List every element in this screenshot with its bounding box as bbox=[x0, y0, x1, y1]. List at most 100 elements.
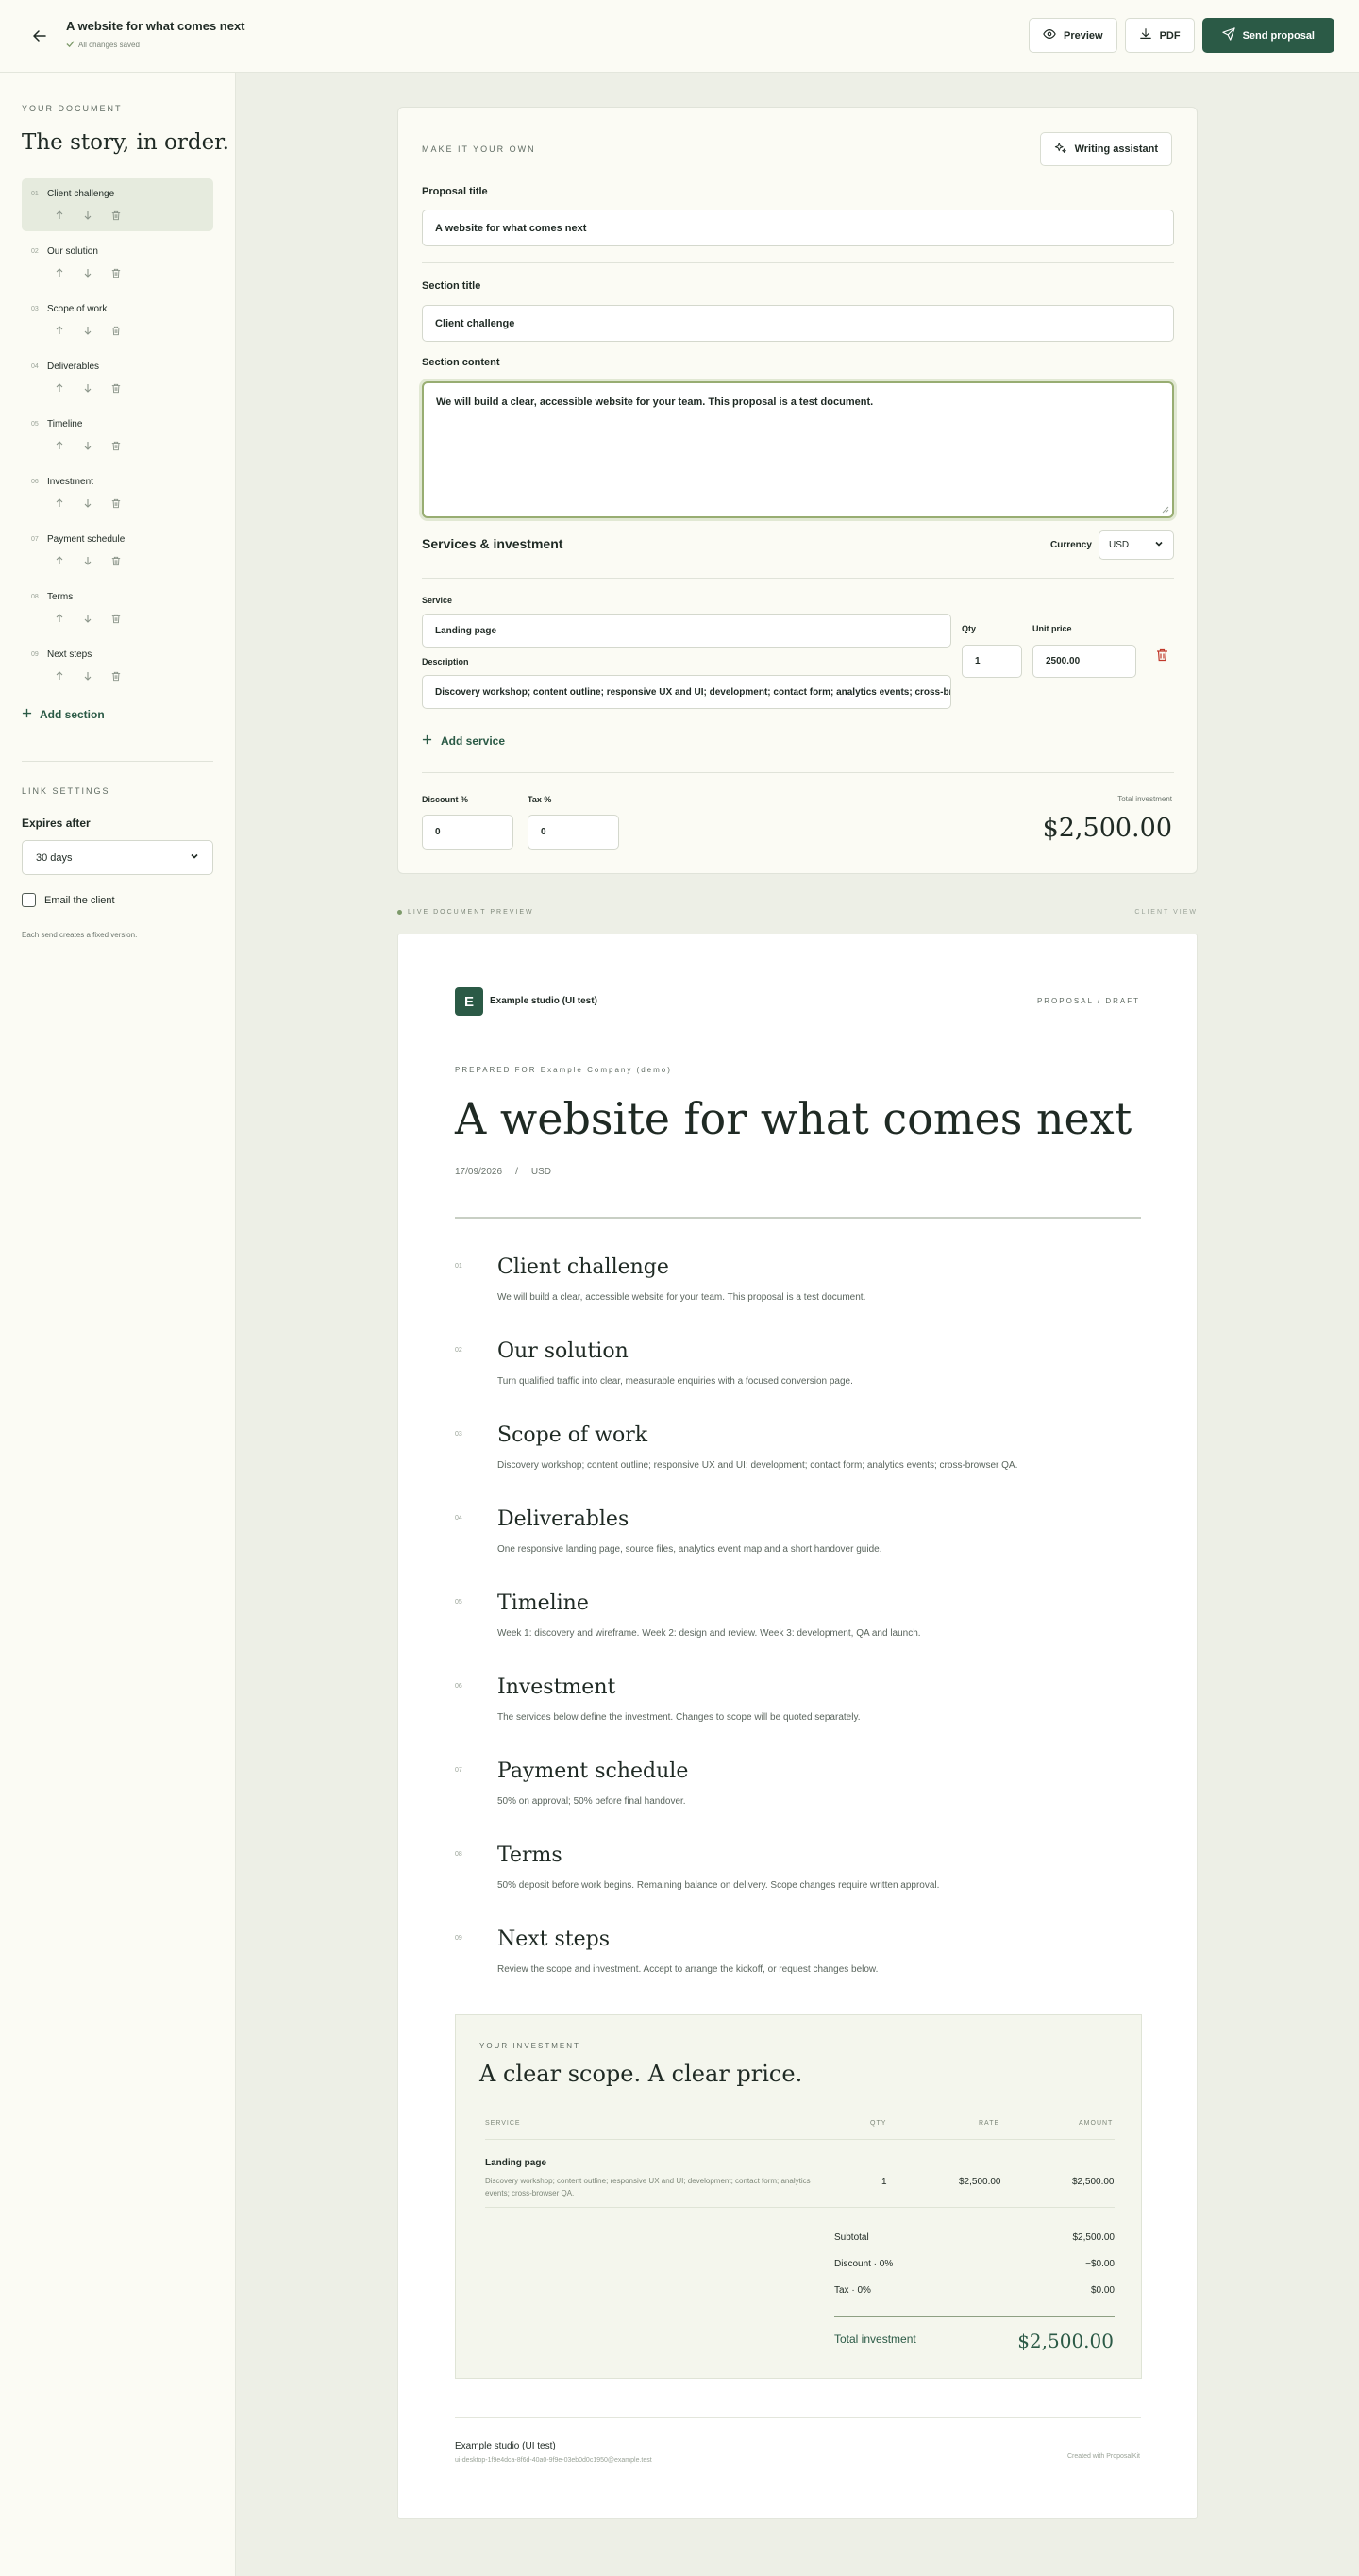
delete-service-trash-icon[interactable] bbox=[1154, 648, 1169, 663]
column-service: SERVICE bbox=[485, 2120, 521, 2127]
section-content-textarea[interactable]: We will build a clear, accessible websit… bbox=[422, 381, 1174, 518]
discount-input[interactable]: 0 bbox=[422, 815, 513, 850]
delete-section-icon[interactable] bbox=[109, 612, 123, 625]
section-list: 01 Client challenge 02 Our solution 03 Scope … bbox=[22, 178, 213, 697]
expires-select[interactable]: 30 days bbox=[22, 840, 213, 875]
send-proposal-label: Send proposal bbox=[1242, 29, 1315, 42]
section-body: Turn qualified traffic into clear, measu… bbox=[497, 1376, 853, 1387]
move-up-icon[interactable] bbox=[53, 324, 66, 337]
move-up-icon[interactable] bbox=[53, 209, 66, 222]
move-up-icon[interactable] bbox=[53, 439, 66, 452]
grand-total-value: $2,500.00 bbox=[1017, 2330, 1114, 2352]
document-meta: 17/09/2026 / USD bbox=[455, 1167, 551, 1177]
footer-email[interactable]: ui-desktop-1f9e4dca-8f6d-40a0-9f9e-03eb0… bbox=[455, 2457, 652, 2464]
resize-grip-icon[interactable] bbox=[1160, 504, 1169, 514]
move-down-icon[interactable] bbox=[81, 266, 94, 279]
move-up-icon[interactable] bbox=[53, 669, 66, 682]
move-up-icon[interactable] bbox=[53, 554, 66, 567]
sidebar-item-scope-of-work[interactable]: 03 Scope of work bbox=[22, 294, 213, 346]
section-body: Review the scope and investment. Accept … bbox=[497, 1964, 879, 1975]
delete-section-icon[interactable] bbox=[109, 209, 123, 222]
sidebar-item-terms[interactable]: 08 Terms bbox=[22, 581, 213, 634]
move-down-icon[interactable] bbox=[81, 554, 94, 567]
section-number: 08 bbox=[455, 1851, 462, 1858]
sidebar-item-payment-schedule[interactable]: 07 Payment schedule bbox=[22, 524, 213, 577]
sidebar-item-number: 03 bbox=[31, 306, 39, 312]
email-client-checkbox[interactable] bbox=[22, 893, 36, 907]
subtotal-value: $2,500.00 bbox=[1072, 2232, 1116, 2243]
qty-input[interactable]: 1 bbox=[962, 645, 1022, 678]
delete-section-icon[interactable] bbox=[109, 439, 123, 452]
section-heading: Terms bbox=[497, 1844, 562, 1867]
pdf-button[interactable]: PDF bbox=[1124, 18, 1195, 53]
live-preview-text: LIVE DOCUMENT PREVIEW bbox=[408, 909, 534, 916]
studio-name: Example studio (UI test) bbox=[490, 996, 597, 1006]
sidebar-item-number: 09 bbox=[31, 651, 39, 658]
delete-section-icon[interactable] bbox=[109, 324, 123, 337]
currency-value: USD bbox=[1109, 540, 1130, 550]
document-title: A website for what comes next bbox=[66, 19, 245, 33]
sidebar-item-next-steps[interactable]: 09 Next steps bbox=[22, 639, 213, 692]
service-input[interactable]: Landing page bbox=[422, 614, 951, 648]
editor-card: MAKE IT YOUR OWN Writing assistant Propo… bbox=[397, 107, 1198, 874]
delete-section-icon[interactable] bbox=[109, 381, 123, 395]
move-up-icon[interactable] bbox=[53, 266, 66, 279]
move-down-icon[interactable] bbox=[81, 381, 94, 395]
delete-section-icon[interactable] bbox=[109, 669, 123, 682]
move-up-icon[interactable] bbox=[53, 381, 66, 395]
add-section-button[interactable]: Add section bbox=[22, 708, 105, 721]
currency-select[interactable]: USD bbox=[1099, 530, 1174, 560]
back-arrow-icon[interactable] bbox=[26, 23, 53, 49]
delete-section-icon[interactable] bbox=[109, 266, 123, 279]
section-number: 01 bbox=[455, 1263, 462, 1270]
move-down-icon[interactable] bbox=[81, 612, 94, 625]
writing-assistant-button[interactable]: Writing assistant bbox=[1039, 132, 1172, 166]
download-icon bbox=[1139, 27, 1152, 43]
move-down-icon[interactable] bbox=[81, 669, 94, 682]
section-title-label: Section title bbox=[422, 280, 481, 292]
send-icon bbox=[1221, 27, 1235, 43]
plus-icon bbox=[22, 708, 32, 721]
section-heading: Timeline bbox=[497, 1591, 589, 1615]
tax-input[interactable]: 0 bbox=[528, 815, 619, 850]
tax-label: Tax % bbox=[528, 795, 552, 804]
move-up-icon[interactable] bbox=[53, 612, 66, 625]
section-heading: Payment schedule bbox=[497, 1759, 689, 1783]
link-settings-eyebrow: LINK SETTINGS bbox=[22, 786, 110, 796]
section-body: 50% deposit before work begins. Remainin… bbox=[497, 1880, 940, 1891]
footer-divider bbox=[455, 2417, 1141, 2418]
move-down-icon[interactable] bbox=[81, 439, 94, 452]
discount-row-value: −$0.00 bbox=[1085, 2259, 1115, 2269]
document-currency: USD bbox=[530, 1167, 551, 1177]
section-heading: Client challenge bbox=[497, 1255, 669, 1279]
column-amount: AMOUNT bbox=[1079, 2120, 1114, 2127]
delete-section-icon[interactable] bbox=[109, 554, 123, 567]
column-qty: QTY bbox=[870, 2120, 887, 2127]
move-down-icon[interactable] bbox=[81, 497, 94, 510]
move-down-icon[interactable] bbox=[81, 324, 94, 337]
send-proposal-button[interactable]: Send proposal bbox=[1201, 18, 1334, 53]
preview-button[interactable]: Preview bbox=[1029, 18, 1117, 53]
table-row-divider bbox=[485, 2207, 1115, 2208]
add-service-button[interactable]: Add service bbox=[422, 734, 505, 748]
proposal-title-input[interactable]: A website for what comes next bbox=[422, 210, 1174, 246]
total-investment-label: Total investment bbox=[1117, 795, 1172, 803]
section-title-input[interactable]: Client challenge bbox=[422, 305, 1174, 342]
sidebar-item-our-solution[interactable]: 02 Our solution bbox=[22, 236, 213, 289]
add-section-label: Add section bbox=[40, 708, 105, 721]
sidebar-item-client-challenge[interactable]: 01 Client challenge bbox=[22, 178, 213, 231]
move-up-icon[interactable] bbox=[53, 497, 66, 510]
sidebar-item-deliverables[interactable]: 04 Deliverables bbox=[22, 351, 213, 404]
totals-divider bbox=[422, 772, 1174, 773]
description-input[interactable]: Discovery workshop; content outline; res… bbox=[422, 675, 951, 709]
check-icon bbox=[66, 40, 75, 50]
delete-section-icon[interactable] bbox=[109, 497, 123, 510]
chevron-down-icon bbox=[190, 851, 199, 864]
unit-price-input[interactable]: 2500.00 bbox=[1032, 645, 1136, 678]
sidebar-item-timeline[interactable]: 05 Timeline bbox=[22, 409, 213, 462]
sidebar-item-label: Next steps bbox=[47, 649, 92, 660]
prepared-for: PREPARED FOR Example Company (demo) bbox=[455, 1066, 672, 1074]
sidebar-item-investment[interactable]: 06 Investment bbox=[22, 466, 213, 519]
move-down-icon[interactable] bbox=[81, 209, 94, 222]
email-client-label[interactable]: Email the client bbox=[44, 895, 115, 906]
